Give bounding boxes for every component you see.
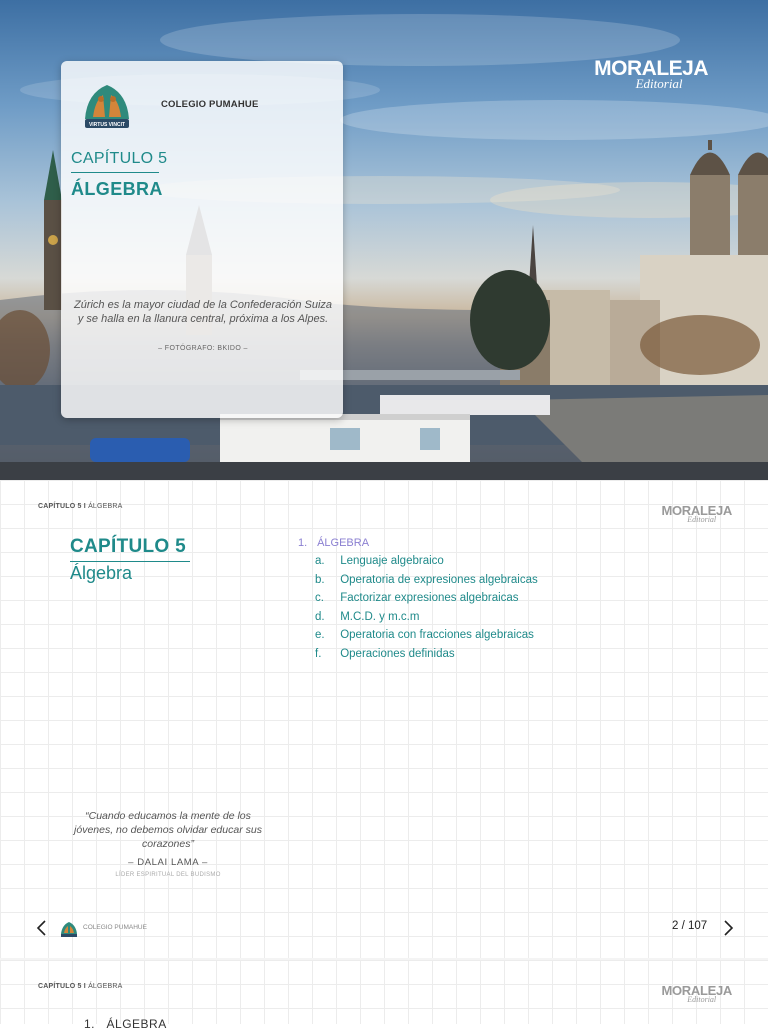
toc-item[interactable]: e. Operatoria con fracciones algebraicas — [315, 629, 538, 648]
toc-section-number: 1. — [298, 537, 308, 549]
moraleja-logo-small: MORALEJA Editorial — [661, 504, 732, 524]
toc-item-label: Lenguaje algebraico — [340, 555, 444, 567]
quote-text: “Cuando educamos la mente de los jóvenes… — [74, 810, 262, 850]
running-head: CAPÍTULO 5 I ÁLGEBRA — [38, 503, 123, 510]
photo-credit: – FOTÓGRAFO: BKIDO – — [158, 345, 248, 352]
chevron-left-icon[interactable] — [34, 918, 50, 938]
toc-item-letter: d. — [315, 610, 325, 623]
footer-school-name: COLEGIO PUMAHUE — [83, 924, 147, 931]
toc-item-letter: c. — [315, 592, 324, 604]
toc-item-letter: f. — [315, 647, 322, 660]
running-head-chapter: CAPÍTULO 5 I — [38, 503, 86, 510]
toc-item-letter: b. — [315, 573, 325, 586]
toc-item-label: Operatoria con fracciones algebraicas — [340, 629, 534, 641]
quote-author: – DALAI LAMA – — [128, 857, 208, 868]
moraleja-logo-small: MORALEJA Editorial — [661, 984, 732, 1004]
page-2: CAPÍTULO 5 I ÁLGEBRA MORALEJA Editorial … — [0, 480, 768, 960]
chevron-right-icon[interactable] — [720, 918, 736, 938]
page-3: CAPÍTULO 5 I ÁLGEBRA MORALEJA Editorial … — [0, 960, 768, 1031]
toc-item[interactable]: a. Lenguaje algebraico — [315, 555, 538, 574]
toc-item-letter: e. — [315, 629, 325, 641]
quote-author-role: LÍDER ESPIRITUAL DEL BUDISMO — [115, 872, 221, 878]
toc-section-title: ÁLGEBRA — [317, 537, 370, 549]
cover-chapter-title: CAPÍTULO 5 — [71, 150, 168, 167]
running-head-subject: ÁLGEBRA — [88, 983, 123, 990]
toc-item-label: M.C.D. y m.c.m — [340, 610, 420, 623]
toc-item[interactable]: d. M.C.D. y m.c.m — [315, 611, 538, 630]
toc-item[interactable]: f. Operaciones definidas — [315, 648, 538, 667]
toc-item[interactable]: b. Operatoria de expresiones algebraicas — [315, 574, 538, 593]
cover-card: VIRTUS VINCIT COLEGIO PUMAHUE CAPÍTULO 5… — [61, 61, 343, 418]
toc-section[interactable]: 1. ÁLGEBRA — [298, 537, 538, 555]
chapter-subject: Álgebra — [70, 563, 133, 583]
toc-item[interactable]: c. Factorizar expresiones algebraicas — [315, 592, 538, 611]
photo-caption: Zúrich es la mayor ciudad de la Confeder… — [73, 299, 333, 325]
toc-item-label: Operaciones definidas — [340, 647, 455, 660]
running-head: CAPÍTULO 5 I ÁLGEBRA — [38, 983, 123, 990]
chapter-underline — [71, 172, 159, 173]
school-name: COLEGIO PUMAHUE — [161, 99, 259, 110]
school-crest-icon — [61, 922, 77, 937]
cover-subject-title: ÁLGEBRA — [71, 179, 163, 199]
cover-page: MORALEJA Editorial VIRTUS VINCIT COLEGIO… — [0, 0, 768, 480]
table-of-contents: 1. ÁLGEBRA a. Lenguaje algebraico b. Ope… — [298, 537, 538, 666]
page-indicator: 2 / 107 — [672, 920, 708, 932]
toc-item-label: Operatoria de expresiones algebraicas — [340, 573, 538, 586]
running-head-subject: ÁLGEBRA — [88, 503, 123, 510]
toc-item-letter: a. — [315, 555, 325, 567]
section-heading: 1. ÁLGEBRA — [84, 1017, 167, 1031]
school-crest-icon: VIRTUS VINCIT — [85, 85, 129, 128]
toc-item-label: Factorizar expresiones algebraicas — [340, 592, 519, 604]
chapter-title: CAPÍTULO 5 — [70, 536, 186, 557]
chapter-underline — [70, 561, 190, 562]
running-head-chapter: CAPÍTULO 5 I — [38, 983, 86, 990]
moraleja-logo: MORALEJA Editorial — [594, 58, 708, 92]
svg-text:VIRTUS VINCIT: VIRTUS VINCIT — [89, 122, 125, 128]
